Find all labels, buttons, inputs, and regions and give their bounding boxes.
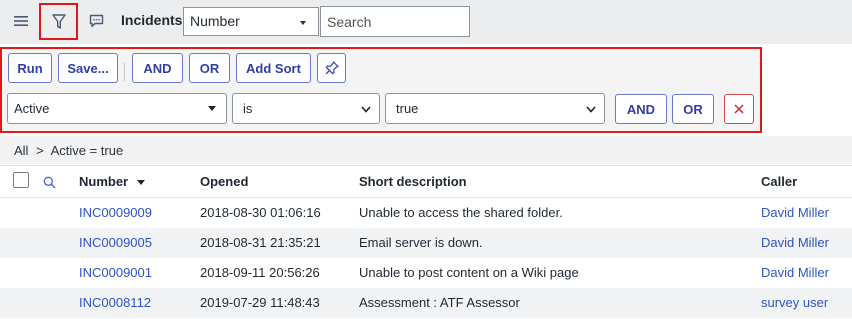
- incident-number-link[interactable]: INC0009005: [79, 235, 152, 250]
- condition-and-button[interactable]: AND: [615, 94, 667, 124]
- breadcrumb-all[interactable]: All: [14, 143, 28, 158]
- condition-field-value: Active: [14, 101, 50, 116]
- delete-condition-button[interactable]: [724, 94, 754, 124]
- breadcrumb-separator: >: [36, 143, 44, 158]
- page-title: Incidents: [121, 12, 183, 28]
- caller-link[interactable]: David Miller: [761, 265, 829, 280]
- chevron-down-icon: [586, 102, 596, 116]
- chevron-down-icon: [300, 21, 306, 25]
- pin-icon: [325, 61, 339, 75]
- search-input[interactable]: [320, 6, 470, 37]
- condition-operator-select[interactable]: is: [232, 93, 380, 124]
- incident-number-link[interactable]: INC0009009: [79, 205, 152, 220]
- short-description-cell: Unable to post content on a Wiki page: [359, 265, 579, 280]
- list-header: Incidents Number: [0, 0, 852, 44]
- pin-button[interactable]: [317, 53, 346, 83]
- caret-down-icon: [136, 180, 145, 186]
- hamburger-menu-icon[interactable]: [8, 10, 34, 32]
- table-header: Number Opened Short description Caller: [0, 165, 852, 198]
- toolbar-divider: [124, 63, 125, 81]
- chevron-down-icon: [361, 102, 371, 116]
- search-field-select[interactable]: Number: [183, 7, 319, 36]
- condition-value-value: true: [396, 101, 419, 116]
- breadcrumb: All > Active = true: [0, 136, 852, 164]
- column-header-short-description[interactable]: Short description: [359, 174, 467, 189]
- select-all-checkbox[interactable]: [13, 172, 29, 188]
- column-header-caller[interactable]: Caller: [761, 174, 797, 189]
- short-description-cell: Assessment : ATF Assessor: [359, 295, 520, 310]
- caller-link[interactable]: David Miller: [761, 235, 829, 250]
- save-button[interactable]: Save...: [58, 53, 118, 83]
- caller-link[interactable]: survey user: [761, 295, 828, 310]
- condition-operator-value: is: [243, 101, 253, 116]
- and-button[interactable]: AND: [132, 53, 183, 83]
- opened-cell: 2018-08-30 01:06:16: [200, 205, 321, 220]
- opened-cell: 2018-09-11 20:56:26: [200, 265, 320, 280]
- condition-value-select[interactable]: true: [385, 93, 605, 124]
- or-button[interactable]: OR: [189, 53, 230, 83]
- table-row: INC0008112 2019-07-29 11:48:43 Assessmen…: [0, 288, 852, 318]
- filter-icon[interactable]: [39, 3, 78, 40]
- column-header-number[interactable]: Number: [79, 174, 145, 189]
- opened-cell: 2018-08-31 21:35:21: [200, 235, 321, 250]
- table-row: INC0009005 2018-08-31 21:35:21 Email ser…: [0, 228, 852, 258]
- condition-or-button[interactable]: OR: [672, 94, 714, 124]
- search-icon[interactable]: [40, 174, 58, 190]
- incident-number-link[interactable]: INC0009001: [79, 265, 152, 280]
- column-header-opened[interactable]: Opened: [200, 174, 248, 189]
- short-description-cell: Unable to access the shared folder.: [359, 205, 563, 220]
- run-button[interactable]: Run: [8, 53, 52, 83]
- column-number-label: Number: [79, 174, 129, 189]
- close-icon: [734, 104, 744, 114]
- short-description-cell: Email server is down.: [359, 235, 483, 250]
- opened-cell: 2019-07-29 11:48:43: [200, 295, 320, 310]
- chat-bubble-icon[interactable]: [83, 10, 109, 32]
- search-field-select-value: Number: [190, 13, 240, 29]
- breadcrumb-condition[interactable]: Active = true: [51, 143, 124, 158]
- condition-field-select[interactable]: Active: [7, 93, 227, 124]
- incident-number-link[interactable]: INC0008112: [79, 295, 151, 310]
- table-row: INC0009009 2018-08-30 01:06:16 Unable to…: [0, 198, 852, 228]
- table-row: INC0009001 2018-09-11 20:56:26 Unable to…: [0, 258, 852, 288]
- add-sort-button[interactable]: Add Sort: [236, 53, 311, 83]
- caret-down-icon: [208, 106, 216, 111]
- caller-link[interactable]: David Miller: [761, 205, 829, 220]
